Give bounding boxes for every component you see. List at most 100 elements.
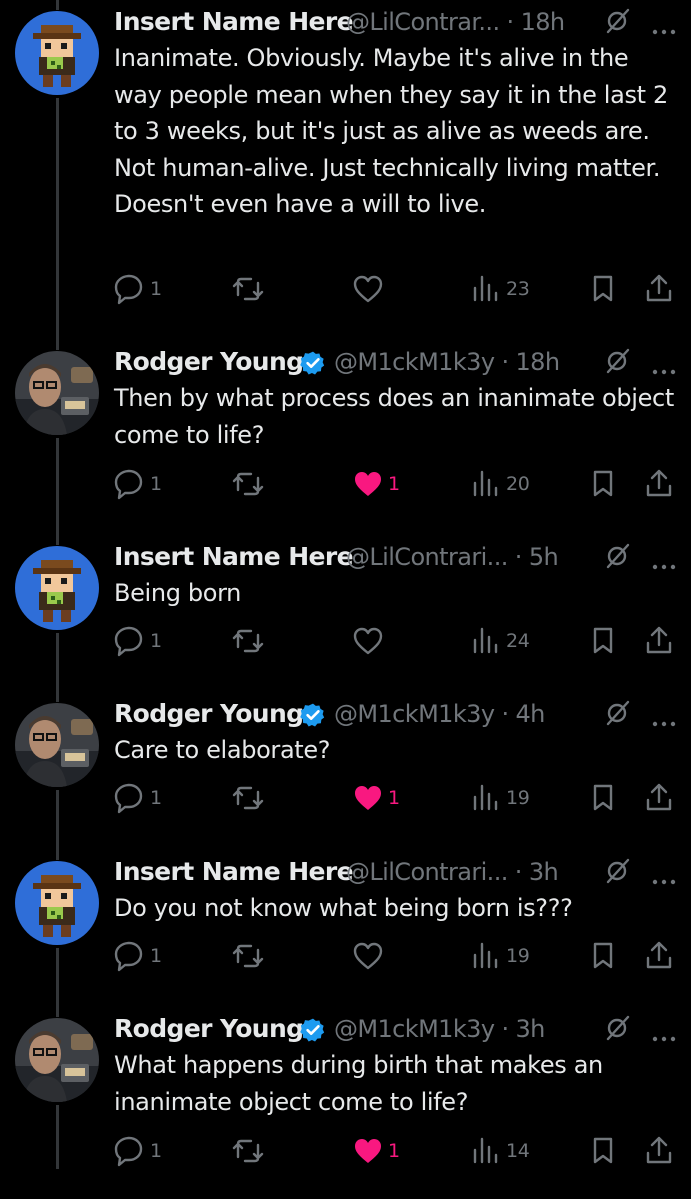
more-options-icon[interactable] [652, 360, 676, 375]
tweet-header: Rodger Young @M1ckM1k3y · 4h [114, 692, 676, 736]
more-options-icon[interactable] [652, 555, 676, 570]
author-name[interactable]: Rodger Young [114, 699, 304, 728]
reply-button[interactable]: 1 [114, 940, 162, 972]
share-button[interactable] [644, 273, 676, 305]
verified-badge-icon [300, 350, 326, 376]
grok-icon[interactable] [604, 8, 630, 34]
grok-icon[interactable] [604, 858, 630, 884]
share-icon [644, 468, 676, 500]
grok-icon[interactable] [604, 543, 630, 569]
author-handle-and-time[interactable]: @LilContrari... · 3h [346, 858, 559, 886]
thread-connector-line [56, 820, 59, 860]
like-icon [352, 273, 384, 305]
views-count: 20 [506, 473, 530, 495]
thread-connector-line [56, 790, 59, 820]
bookmark-button[interactable] [588, 940, 620, 972]
share-button[interactable] [644, 1135, 676, 1167]
reply-button[interactable]: 1 [114, 625, 162, 657]
reply-thread: Insert Name Here @LilContrar... · 18h Inan… [0, 0, 691, 1199]
bookmark-button[interactable] [588, 782, 620, 814]
like-button[interactable] [352, 273, 388, 305]
tweet-text: Care to elaborate? [114, 736, 331, 764]
share-button[interactable] [644, 625, 676, 657]
retweet-button[interactable] [232, 782, 268, 814]
reply-button[interactable]: 1 [114, 468, 162, 500]
like-icon [352, 782, 384, 814]
bookmark-icon [588, 940, 620, 972]
man-with-glasses-avatar[interactable] [15, 351, 99, 435]
pixel-cowboy-avatar[interactable] [15, 861, 99, 945]
share-icon [644, 273, 676, 305]
retweet-button[interactable] [232, 273, 268, 305]
tweet-content: Rodger Young @M1ckM1k3y · 4h Care to elabo… [114, 692, 676, 814]
like-button[interactable]: 1 [352, 1135, 400, 1167]
author-handle-and-time[interactable]: @M1ckM1k3y · 3h [334, 1015, 545, 1043]
tweet-content: Insert Name Here @LilContrari... · 3h Do y… [114, 850, 676, 972]
author-name[interactable]: Insert Name Here [114, 857, 354, 886]
retweet-icon [232, 940, 264, 972]
tweet-content: Insert Name Here @LilContrar... · 18h Inan… [114, 0, 676, 305]
views-icon [470, 940, 502, 972]
pixel-cowboy-avatar[interactable] [15, 546, 99, 630]
bookmark-button[interactable] [588, 625, 620, 657]
more-options-icon[interactable] [652, 1027, 676, 1042]
pixel-cowboy-avatar[interactable] [15, 11, 99, 95]
like-button[interactable]: 1 [352, 468, 400, 500]
tweet-content: Rodger Young @M1ckM1k3y · 3h What happens … [114, 1007, 676, 1167]
author-name[interactable]: Rodger Young [114, 347, 304, 376]
tweet-header: Insert Name Here @LilContrari... · 5h [114, 535, 676, 579]
more-options-icon[interactable] [652, 712, 676, 727]
share-button[interactable] [644, 940, 676, 972]
man-with-glasses-avatar[interactable] [15, 1018, 99, 1102]
bookmark-button[interactable] [588, 1135, 620, 1167]
views-button[interactable]: 20 [470, 468, 530, 500]
author-handle-and-time[interactable]: @M1ckM1k3y · 18h [334, 348, 560, 376]
tweet-actions: 1 19 [114, 940, 674, 972]
thread-connector-line [56, 0, 59, 10]
verified-badge-icon [300, 1017, 326, 1043]
share-button[interactable] [644, 782, 676, 814]
views-count: 19 [506, 787, 530, 809]
like-button[interactable] [352, 940, 388, 972]
views-icon [470, 273, 502, 305]
reply-icon [114, 782, 146, 814]
retweet-button[interactable] [232, 940, 268, 972]
views-button[interactable]: 23 [470, 273, 530, 305]
bookmark-button[interactable] [588, 273, 620, 305]
bookmark-button[interactable] [588, 468, 620, 500]
retweet-button[interactable] [232, 625, 268, 657]
retweet-button[interactable] [232, 468, 268, 500]
reply-button[interactable]: 1 [114, 1135, 162, 1167]
reply-button[interactable]: 1 [114, 782, 162, 814]
more-options-icon[interactable] [652, 20, 676, 35]
share-icon [644, 625, 676, 657]
retweet-button[interactable] [232, 1135, 268, 1167]
grok-icon[interactable] [604, 1015, 630, 1041]
grok-icon[interactable] [604, 700, 630, 726]
views-button[interactable]: 14 [470, 1135, 530, 1167]
bookmark-icon [588, 468, 620, 500]
like-button[interactable] [352, 625, 388, 657]
man-with-glasses-avatar[interactable] [15, 703, 99, 787]
tweet-text: Inanimate. Obviously. Maybe it's alive i… [114, 44, 676, 218]
author-handle-and-time[interactable]: @LilContrari... · 5h [346, 543, 559, 571]
author-handle-and-time[interactable]: @M1ckM1k3y · 4h [334, 700, 545, 728]
thread-connector-line [56, 633, 59, 662]
share-button[interactable] [644, 468, 676, 500]
views-button[interactable]: 24 [470, 625, 530, 657]
tweet-content: Insert Name Here @LilContrari... · 5h Bein… [114, 535, 676, 657]
tweet-header: Rodger Young @M1ckM1k3y · 18h [114, 340, 676, 384]
grok-icon[interactable] [604, 348, 630, 374]
views-count: 23 [506, 278, 530, 300]
author-handle-and-time[interactable]: @LilContrar... · 18h [346, 8, 565, 36]
more-options-icon[interactable] [652, 870, 676, 885]
author-name[interactable]: Insert Name Here [114, 7, 354, 36]
views-button[interactable]: 19 [470, 782, 530, 814]
author-name[interactable]: Rodger Young [114, 1014, 304, 1043]
like-button[interactable]: 1 [352, 782, 400, 814]
retweet-icon [232, 273, 264, 305]
share-icon [644, 1135, 676, 1167]
reply-button[interactable]: 1 [114, 273, 162, 305]
author-name[interactable]: Insert Name Here [114, 542, 354, 571]
views-button[interactable]: 19 [470, 940, 530, 972]
